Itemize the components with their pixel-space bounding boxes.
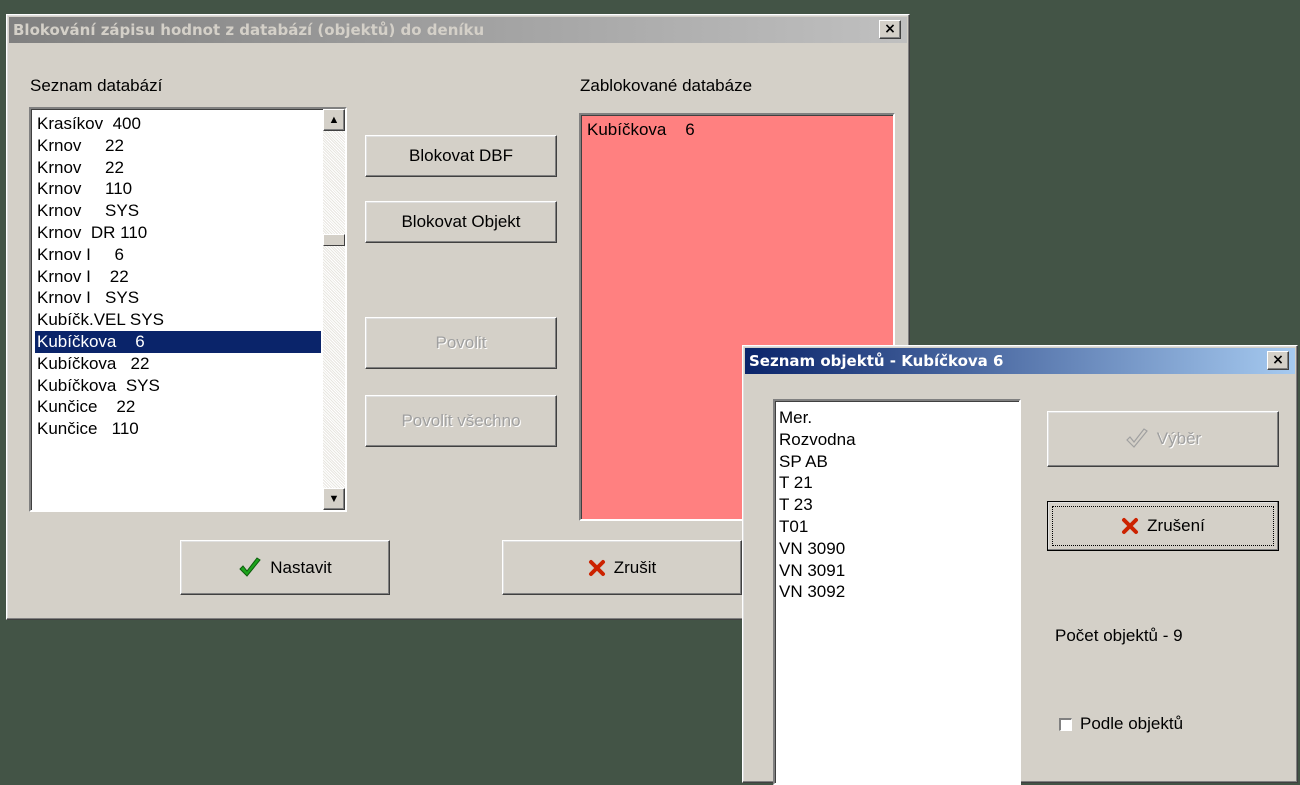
checkmark-icon xyxy=(1125,428,1149,450)
ok-button[interactable]: Nastavit xyxy=(180,540,390,595)
object-list-item[interactable]: T 21 xyxy=(777,472,1019,494)
object-list-item[interactable]: VN 3090 xyxy=(777,538,1019,560)
object-list-item[interactable]: Rozvodna xyxy=(777,429,1019,451)
block-dbf-label: Blokovat DBF xyxy=(409,146,513,165)
block-dbf-button[interactable]: Blokovat DBF xyxy=(365,135,557,177)
database-list-item[interactable]: Kubíčkova SYS xyxy=(35,375,321,397)
database-list-item[interactable]: Krnov 110 xyxy=(35,178,321,200)
object-list-item[interactable]: T 23 xyxy=(777,494,1019,516)
allow-button[interactable]: Povolit xyxy=(365,317,557,369)
object-dialog-titlebar[interactable]: Seznam objektů - Kubíčkova 6 × xyxy=(745,348,1295,374)
database-list-item[interactable]: Krnov I 22 xyxy=(35,266,321,288)
object-list-item[interactable]: T01 xyxy=(777,516,1019,538)
blocked-list-item[interactable]: Kubíčkova 6 xyxy=(585,119,893,141)
by-objects-label: Podle objektů xyxy=(1080,714,1184,733)
database-list-item[interactable]: Krnov I SYS xyxy=(35,287,321,309)
object-list-item[interactable]: VN 3092 xyxy=(777,581,1019,603)
cancel-label: Zrušit xyxy=(613,557,657,577)
object-list-item[interactable]: VN 3091 xyxy=(777,560,1019,582)
object-dialog: Seznam objektů - Kubíčkova 6 × Mer. Rozvo… xyxy=(742,345,1298,785)
checkbox-square[interactable] xyxy=(1059,717,1072,731)
object-dialog-title: Seznam objektů - Kubíčkova 6 xyxy=(749,352,1004,370)
database-list-scrollbar[interactable]: ▲ ▼ xyxy=(323,109,345,510)
database-list-item[interactable]: Kubíčkova 22 xyxy=(35,353,321,375)
scroll-thumb[interactable] xyxy=(323,234,345,246)
block-object-button[interactable]: Blokovat Objekt xyxy=(365,201,557,243)
database-list-item[interactable]: Krnov SYS xyxy=(35,200,321,222)
ok-label: Nastavit xyxy=(270,557,332,577)
scroll-up-button[interactable]: ▲ xyxy=(323,109,345,131)
database-listbox[interactable]: Krasíkov 400 Krnov 22 Krnov 22 Krnov 110 Krn… xyxy=(29,107,347,512)
main-dialog-title: Blokování zápisu hodnot z databází (obje… xyxy=(13,21,485,39)
object-dialog-close-button[interactable]: × xyxy=(1267,351,1289,370)
blocked-list-items: Kubíčkova 6 xyxy=(585,119,893,141)
select-button[interactable]: Výběr xyxy=(1047,411,1279,467)
database-list-item[interactable]: Kunčice 110 xyxy=(35,418,321,440)
allow-all-label: Povolit všechno xyxy=(401,411,521,430)
database-list-item[interactable]: Krnov 22 xyxy=(35,135,321,157)
object-list-items: Mer. Rozvodna SP AB T 21 T 23 T01 VN 3090 VN 30… xyxy=(777,407,1019,603)
main-dialog-close-button[interactable]: × xyxy=(879,20,901,39)
cancel-button[interactable]: Zrušit xyxy=(502,540,742,595)
allow-all-button[interactable]: Povolit všechno xyxy=(365,395,557,447)
scroll-down-button[interactable]: ▼ xyxy=(323,488,345,510)
database-list-item[interactable]: Kunčice 22 xyxy=(35,396,321,418)
main-dialog-titlebar[interactable]: Blokování zápisu hodnot z databází (obje… xyxy=(9,17,907,43)
object-listbox[interactable]: Mer. Rozvodna SP AB T 21 T 23 T01 VN 3090 VN 30… xyxy=(773,399,1021,785)
block-object-label: Blokovat Objekt xyxy=(401,212,521,231)
object-count-text: Počet objektů - 9 xyxy=(1055,626,1183,645)
by-objects-checkbox[interactable]: Podle objektů xyxy=(1059,714,1183,734)
database-list-item[interactable]: Krasíkov 400 xyxy=(35,113,321,135)
database-list-item[interactable]: Krnov DR 110 xyxy=(35,222,321,244)
select-label: Výběr xyxy=(1156,429,1202,448)
database-list-item[interactable]: Kubíčk.VEL SYS xyxy=(35,309,321,331)
database-list-item[interactable]: Kubíčkova 6 xyxy=(35,330,321,353)
red-x-icon xyxy=(588,559,606,577)
database-list-item[interactable]: Krnov I 6 xyxy=(35,244,321,266)
object-cancel-button[interactable]: Zrušení xyxy=(1047,501,1279,551)
focus-ring xyxy=(1052,506,1274,546)
database-list-items: Krasíkov 400 Krnov 22 Krnov 22 Krnov 110 Krn… xyxy=(35,113,321,440)
allow-label: Povolit xyxy=(435,333,487,352)
database-list-item[interactable]: Krnov 22 xyxy=(35,157,321,179)
checkmark-icon xyxy=(238,556,262,579)
database-list-label: Seznam databází xyxy=(30,76,163,95)
object-list-item[interactable]: Mer. xyxy=(777,407,1019,429)
blocked-list-label: Zablokované databáze xyxy=(580,76,753,95)
object-list-item[interactable]: SP AB xyxy=(777,451,1019,473)
